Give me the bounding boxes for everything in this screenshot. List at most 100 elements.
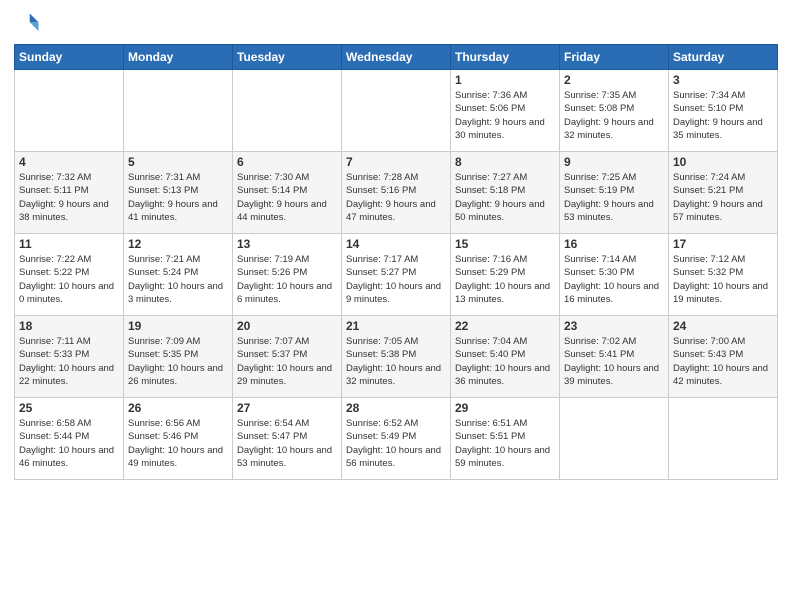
calendar-cell: 5Sunrise: 7:31 AMSunset: 5:13 PMDaylight… — [124, 152, 233, 234]
calendar-cell: 3Sunrise: 7:34 AMSunset: 5:10 PMDaylight… — [669, 70, 778, 152]
calendar-cell: 14 Sunrise: 7:17 AMSunset: 5:27 PMDayligh… — [342, 234, 451, 316]
calendar-cell: 2 Sunrise: 7:35 AMSunset: 5:08 PMDaylight… — [560, 70, 669, 152]
calendar: SundayMondayTuesdayWednesdayThursdayFrid… — [14, 44, 778, 480]
day-number: 23 — [564, 319, 664, 333]
day-number: 3 — [673, 73, 773, 87]
day-number: 9 — [564, 155, 664, 169]
day-info: Sunrise: 7:02 AMSunset: 5:41 PMDaylight:… — [564, 335, 664, 388]
weekday-header-cell: Sunday — [15, 45, 124, 70]
header — [14, 10, 778, 38]
calendar-cell — [342, 70, 451, 152]
day-number: 18 — [19, 319, 119, 333]
day-info: Sunrise: 7:36 AMSunset: 5:06 PMDaylight:… — [455, 89, 555, 142]
calendar-week-row: 18 Sunrise: 7:11 AMSunset: 5:33 PMDayligh… — [15, 316, 778, 398]
calendar-week-row: 1 Sunrise: 7:36 AMSunset: 5:06 PMDaylight… — [15, 70, 778, 152]
calendar-cell: 11Sunrise: 7:22 AMSunset: 5:22 PMDayligh… — [15, 234, 124, 316]
calendar-cell: 20 Sunrise: 7:07 AMSunset: 5:37 PMDayligh… — [233, 316, 342, 398]
day-number: 16 — [564, 237, 664, 251]
day-info: Sunrise: 7:28 AMSunset: 5:16 PMDaylight:… — [346, 171, 446, 224]
calendar-cell — [560, 398, 669, 480]
day-number: 14 — [346, 237, 446, 251]
day-info: Sunrise: 6:54 AMSunset: 5:47 PMDaylight:… — [237, 417, 337, 470]
calendar-cell — [124, 70, 233, 152]
calendar-week-row: 11Sunrise: 7:22 AMSunset: 5:22 PMDayligh… — [15, 234, 778, 316]
calendar-cell: 24 Sunrise: 7:00 AMSunset: 5:43 PMDayligh… — [669, 316, 778, 398]
calendar-cell: 22 Sunrise: 7:04 AMSunset: 5:40 PMDayligh… — [451, 316, 560, 398]
day-number: 19 — [128, 319, 228, 333]
calendar-cell: 12 Sunrise: 7:21 AMSunset: 5:24 PMDayligh… — [124, 234, 233, 316]
calendar-cell: 19 Sunrise: 7:09 AMSunset: 5:35 PMDayligh… — [124, 316, 233, 398]
day-info: Sunrise: 7:00 AMSunset: 5:43 PMDaylight:… — [673, 335, 773, 388]
calendar-cell: 9 Sunrise: 7:25 AMSunset: 5:19 PMDaylight… — [560, 152, 669, 234]
day-number: 2 — [564, 73, 664, 87]
day-info: Sunrise: 7:14 AMSunset: 5:30 PMDaylight:… — [564, 253, 664, 306]
day-number: 1 — [455, 73, 555, 87]
calendar-cell: 8 Sunrise: 7:27 AMSunset: 5:18 PMDaylight… — [451, 152, 560, 234]
day-info: Sunrise: 7:25 AMSunset: 5:19 PMDaylight:… — [564, 171, 664, 224]
calendar-header: SundayMondayTuesdayWednesdayThursdayFrid… — [15, 45, 778, 70]
day-number: 24 — [673, 319, 773, 333]
day-info: Sunrise: 7:07 AMSunset: 5:37 PMDaylight:… — [237, 335, 337, 388]
weekday-header-cell: Monday — [124, 45, 233, 70]
day-number: 25 — [19, 401, 119, 415]
day-info: Sunrise: 7:19 AMSunset: 5:26 PMDaylight:… — [237, 253, 337, 306]
calendar-cell: 27Sunrise: 6:54 AMSunset: 5:47 PMDayligh… — [233, 398, 342, 480]
weekday-header-cell: Tuesday — [233, 45, 342, 70]
day-info: Sunrise: 7:16 AMSunset: 5:29 PMDaylight:… — [455, 253, 555, 306]
day-number: 20 — [237, 319, 337, 333]
day-number: 26 — [128, 401, 228, 415]
day-number: 28 — [346, 401, 446, 415]
calendar-cell: 13 Sunrise: 7:19 AMSunset: 5:26 PMDayligh… — [233, 234, 342, 316]
calendar-cell: 7 Sunrise: 7:28 AMSunset: 5:16 PMDaylight… — [342, 152, 451, 234]
day-info: Sunrise: 6:56 AMSunset: 5:46 PMDaylight:… — [128, 417, 228, 470]
calendar-cell: 16 Sunrise: 7:14 AMSunset: 5:30 PMDayligh… — [560, 234, 669, 316]
day-number: 21 — [346, 319, 446, 333]
day-info: Sunrise: 7:35 AMSunset: 5:08 PMDaylight:… — [564, 89, 664, 142]
day-info: Sunrise: 7:24 AMSunset: 5:21 PMDaylight:… — [673, 171, 773, 224]
calendar-cell: 25 Sunrise: 6:58 AMSunset: 5:44 PMDayligh… — [15, 398, 124, 480]
calendar-week-row: 25 Sunrise: 6:58 AMSunset: 5:44 PMDayligh… — [15, 398, 778, 480]
day-number: 12 — [128, 237, 228, 251]
day-info: Sunrise: 7:04 AMSunset: 5:40 PMDaylight:… — [455, 335, 555, 388]
calendar-cell: 4Sunrise: 7:32 AMSunset: 5:11 PMDaylight… — [15, 152, 124, 234]
day-number: 13 — [237, 237, 337, 251]
day-info: Sunrise: 7:21 AMSunset: 5:24 PMDaylight:… — [128, 253, 228, 306]
day-info: Sunrise: 7:12 AMSunset: 5:32 PMDaylight:… — [673, 253, 773, 306]
day-info: Sunrise: 7:22 AMSunset: 5:22 PMDaylight:… — [19, 253, 119, 306]
day-info: Sunrise: 7:17 AMSunset: 5:27 PMDaylight:… — [346, 253, 446, 306]
calendar-cell: 6Sunrise: 7:30 AMSunset: 5:14 PMDaylight… — [233, 152, 342, 234]
logo-icon — [14, 10, 42, 38]
calendar-cell: 26 Sunrise: 6:56 AMSunset: 5:46 PMDayligh… — [124, 398, 233, 480]
day-info: Sunrise: 7:31 AMSunset: 5:13 PMDaylight:… — [128, 171, 228, 224]
day-info: Sunrise: 6:51 AMSunset: 5:51 PMDaylight:… — [455, 417, 555, 470]
weekday-header-cell: Thursday — [451, 45, 560, 70]
calendar-cell: 23 Sunrise: 7:02 AMSunset: 5:41 PMDayligh… — [560, 316, 669, 398]
day-info: Sunrise: 6:58 AMSunset: 5:44 PMDaylight:… — [19, 417, 119, 470]
calendar-cell: 17 Sunrise: 7:12 AMSunset: 5:32 PMDayligh… — [669, 234, 778, 316]
day-info: Sunrise: 7:30 AMSunset: 5:14 PMDaylight:… — [237, 171, 337, 224]
weekday-header-cell: Saturday — [669, 45, 778, 70]
calendar-cell — [15, 70, 124, 152]
day-number: 22 — [455, 319, 555, 333]
day-info: Sunrise: 7:32 AMSunset: 5:11 PMDaylight:… — [19, 171, 119, 224]
calendar-body: 1 Sunrise: 7:36 AMSunset: 5:06 PMDaylight… — [15, 70, 778, 480]
weekday-header-cell: Friday — [560, 45, 669, 70]
day-number: 8 — [455, 155, 555, 169]
calendar-cell: 29 Sunrise: 6:51 AMSunset: 5:51 PMDayligh… — [451, 398, 560, 480]
day-info: Sunrise: 7:11 AMSunset: 5:33 PMDaylight:… — [19, 335, 119, 388]
day-number: 7 — [346, 155, 446, 169]
calendar-cell: 28 Sunrise: 6:52 AMSunset: 5:49 PMDayligh… — [342, 398, 451, 480]
calendar-cell: 10 Sunrise: 7:24 AMSunset: 5:21 PMDayligh… — [669, 152, 778, 234]
day-number: 29 — [455, 401, 555, 415]
day-info: Sunrise: 6:52 AMSunset: 5:49 PMDaylight:… — [346, 417, 446, 470]
calendar-cell: 21Sunrise: 7:05 AMSunset: 5:38 PMDayligh… — [342, 316, 451, 398]
logo — [14, 10, 46, 38]
day-info: Sunrise: 7:27 AMSunset: 5:18 PMDaylight:… — [455, 171, 555, 224]
day-number: 17 — [673, 237, 773, 251]
calendar-week-row: 4Sunrise: 7:32 AMSunset: 5:11 PMDaylight… — [15, 152, 778, 234]
calendar-cell: 1 Sunrise: 7:36 AMSunset: 5:06 PMDaylight… — [451, 70, 560, 152]
day-info: Sunrise: 7:09 AMSunset: 5:35 PMDaylight:… — [128, 335, 228, 388]
day-number: 10 — [673, 155, 773, 169]
calendar-cell — [669, 398, 778, 480]
weekday-header-cell: Wednesday — [342, 45, 451, 70]
